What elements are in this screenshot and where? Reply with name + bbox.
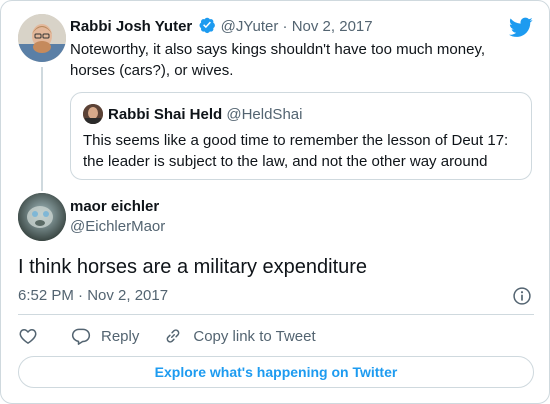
tweet-embed-card: Rabbi Josh Yuter @JYuter · Nov 2, 2017 N… [0, 0, 550, 404]
thread-connector-line [41, 67, 43, 191]
twitter-bird-icon[interactable] [508, 15, 533, 39]
main-author-handle[interactable]: @EichlerMaor [70, 217, 165, 237]
main-author-name[interactable]: maor eichler [70, 197, 159, 217]
speech-bubble-icon [71, 328, 91, 345]
quoted-author-avatar [83, 104, 103, 124]
quoted-author-name: Rabbi Shai Held [108, 106, 223, 123]
actions-divider [18, 314, 534, 315]
quoted-tweet[interactable]: Rabbi Shai Held @HeldShai This seems lik… [70, 92, 532, 180]
header-separator: · [282, 18, 288, 35]
copy-link-label: Copy link to Tweet [193, 327, 316, 345]
copy-link-button[interactable]: Copy link to Tweet [163, 326, 316, 346]
link-icon [167, 329, 180, 343]
quoted-author-handle: @HeldShai [226, 106, 303, 123]
quoted-tweet-text: This seems like a good time to remember … [83, 132, 509, 170]
parent-tweet-date[interactable]: Nov 2, 2017 [292, 18, 373, 35]
quoted-tweet-header: Rabbi Shai Held @HeldShai [108, 105, 302, 125]
main-tweet-text: I think horses are a military expenditur… [18, 256, 368, 278]
main-tweet-timestamp[interactable]: 6:52 PM · Nov 2, 2017 [18, 286, 168, 306]
reply-button[interactable]: Reply [71, 326, 139, 346]
parent-tweet-header: Rabbi Josh Yuter @JYuter · Nov 2, 2017 [70, 16, 373, 37]
verified-badge-icon [198, 16, 216, 34]
reply-label: Reply [101, 327, 140, 345]
parent-author-name[interactable]: Rabbi Josh Yuter [70, 18, 192, 35]
main-author-avatar[interactable] [18, 193, 66, 241]
explore-twitter-button[interactable]: Explore what's happening on Twitter [18, 356, 534, 388]
parent-author-handle[interactable]: @JYuter [221, 18, 279, 35]
like-button[interactable] [18, 326, 38, 346]
heart-icon [19, 329, 37, 344]
parent-tweet-text: Noteworthy, it also says kings shouldn't… [70, 41, 486, 79]
info-icon[interactable] [512, 286, 532, 306]
parent-author-avatar[interactable] [18, 14, 66, 62]
tweet-actions-bar: Reply Copy link to Tweet [18, 325, 316, 347]
